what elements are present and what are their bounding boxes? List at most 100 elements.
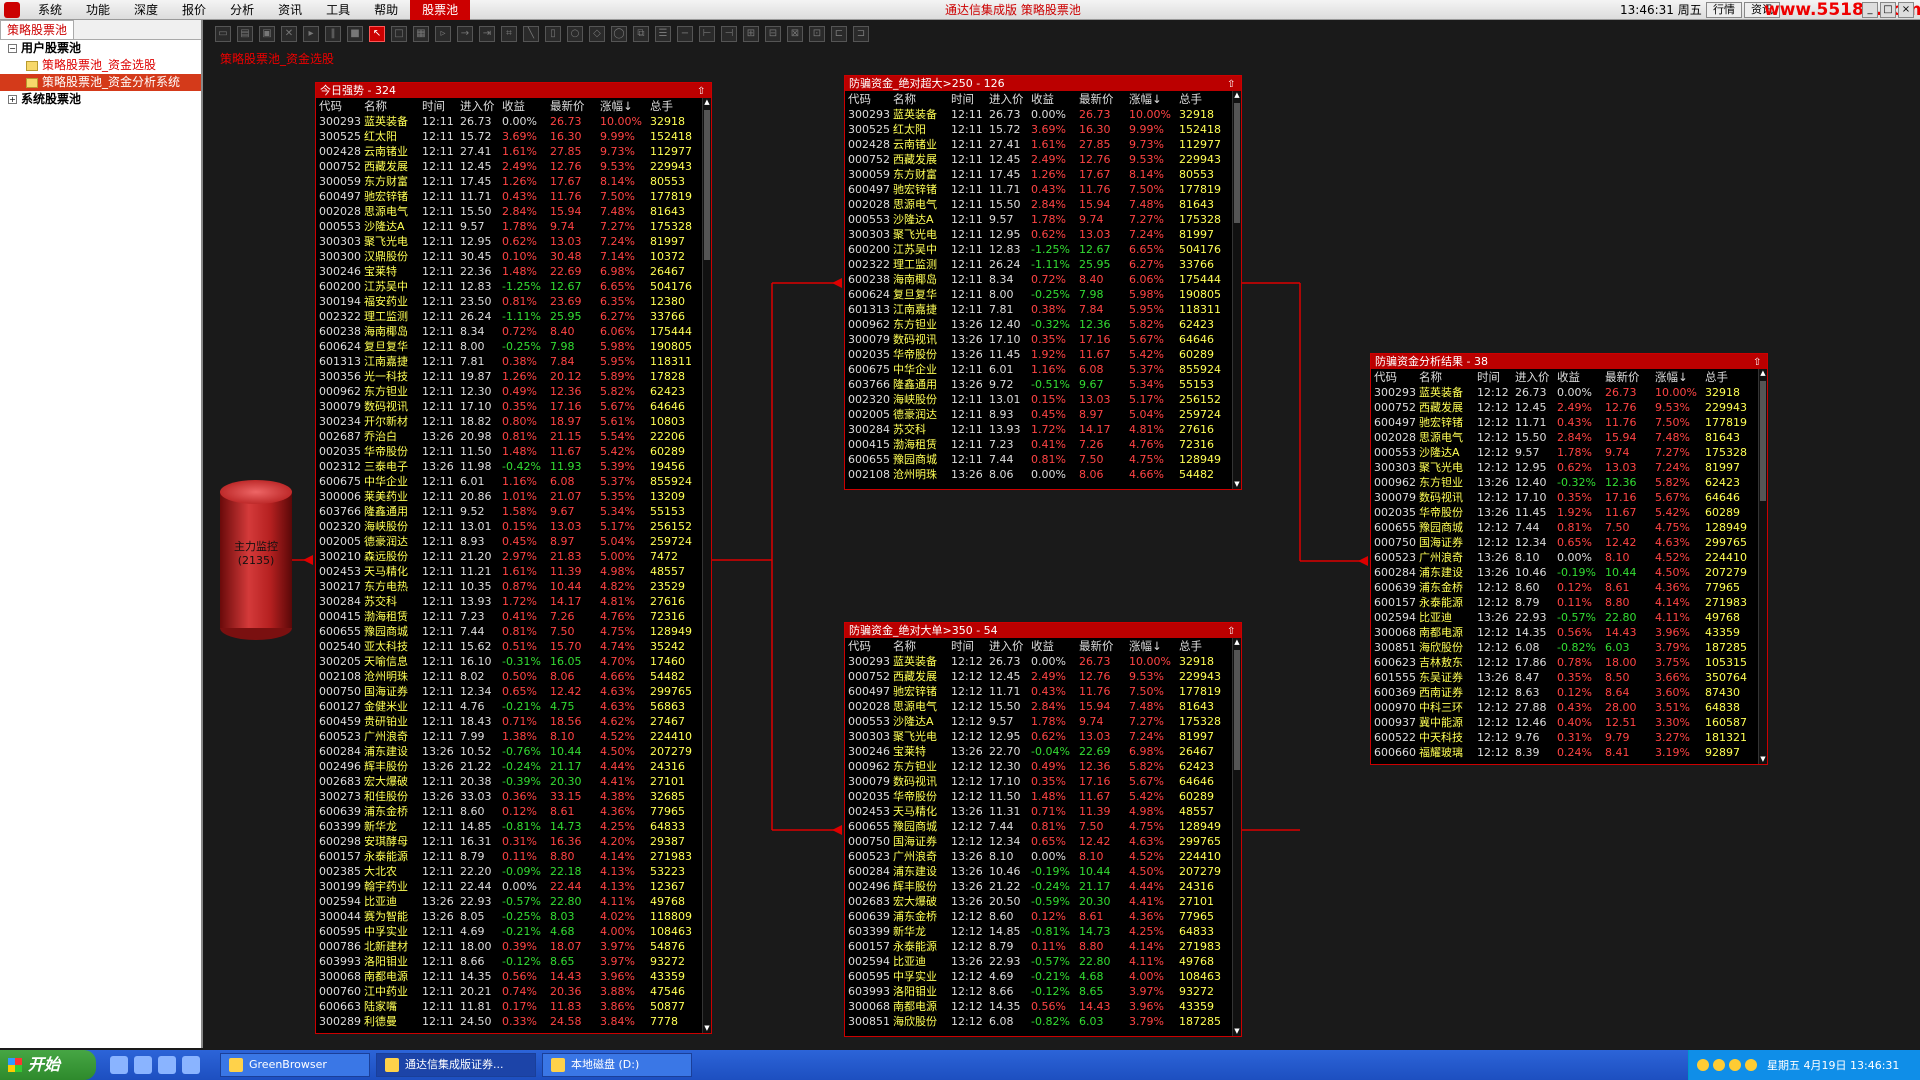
table-row[interactable]: 300303 聚飞光电 12:11 12.95 0.62% 13.03 7.24% 81997: [845, 227, 1230, 242]
table-row[interactable]: 300300 汉鼎股份 12:11 30.45 0.10% 30.48 7.14% 10372: [316, 249, 701, 264]
table-row[interactable]: 600284 浦东建设 13:26 10.46 -0.19% 10.44 4.50% 2072…: [845, 864, 1230, 879]
task-greenbrowser[interactable]: GreenBrowser: [220, 1053, 370, 1077]
column-header[interactable]: 总手: [1176, 638, 1230, 654]
column-header[interactable]: 时间: [948, 638, 986, 654]
column-header[interactable]: 最新价: [1076, 91, 1126, 107]
table-row[interactable]: 002320 海峡股份 12:11 13.01 0.15% 13.03 5.17% 25615…: [316, 519, 701, 534]
table-row[interactable]: 300293 蓝英装备 12:11 26.73 0.00% 26.73 10.00% 3291…: [845, 107, 1230, 122]
scroll-thumb[interactable]: [1234, 103, 1240, 223]
column-header[interactable]: 涨幅↓: [1652, 369, 1702, 385]
table-row[interactable]: 002453 天马精化 13:26 11.31 0.71% 11.39 4.98% 48557: [845, 804, 1230, 819]
table-row[interactable]: 300194 福安药业 12:11 23.50 0.81% 23.69 6.35% 12380: [316, 294, 701, 309]
column-header[interactable]: 时间: [948, 91, 986, 107]
table-row[interactable]: 300851 海欣股份 12:12 6.08 -0.82% 6.03 3.79% 187285: [1371, 640, 1756, 655]
table-row[interactable]: 000750 国海证券 12:11 12.34 0.65% 12.42 4.63% 29976…: [316, 684, 701, 699]
table-row[interactable]: 300284 苏交科 12:11 13.93 1.72% 14.17 4.81% 27616: [845, 422, 1230, 437]
table-row[interactable]: 000962 东方钽业 13:26 12.40 -0.32% 12.36 5.82% 6242…: [845, 317, 1230, 332]
table-row[interactable]: 002028 思源电气 12:12 15.50 2.84% 15.94 7.48% 81643: [845, 699, 1230, 714]
table-row[interactable]: 603399 新华龙 12:12 14.85 -0.81% 14.73 4.25% 64833: [845, 924, 1230, 939]
table-row[interactable]: 000750 国海证券 12:12 12.34 0.65% 12.42 4.63% 29976…: [845, 834, 1230, 849]
table-row[interactable]: 600522 中天科技 12:12 9.76 0.31% 9.79 3.27% 181321: [1371, 730, 1756, 745]
table-row[interactable]: 300284 苏交科 12:11 13.93 1.72% 14.17 4.81% 27616: [316, 594, 701, 609]
column-header[interactable]: 收益: [1554, 369, 1602, 385]
table-row[interactable]: 002428 云南锗业 12:11 27.41 1.61% 27.85 9.73% 11297…: [845, 137, 1230, 152]
column-header[interactable]: 时间: [419, 98, 457, 114]
table-row[interactable]: 000752 西藏发展 12:11 12.45 2.49% 12.76 9.53% 22994…: [316, 159, 701, 174]
table-row[interactable]: 600655 豫园商城 12:11 7.44 0.81% 7.50 4.75% 128949: [316, 624, 701, 639]
column-header[interactable]: 名称: [1416, 369, 1474, 385]
table-row[interactable]: 002594 比亚迪 13:26 22.93 -0.57% 22.80 4.11% 49768: [316, 894, 701, 909]
table-row[interactable]: 601313 江南嘉捷 12:11 7.81 0.38% 7.84 5.95% 118311: [845, 302, 1230, 317]
table-row[interactable]: 600655 豫园商城 12:12 7.44 0.81% 7.50 4.75% 128949: [845, 819, 1230, 834]
table-row[interactable]: 000553 沙隆达A 12:12 9.57 1.78% 9.74 7.27% 175328: [845, 714, 1230, 729]
column-header[interactable]: 最新价: [1076, 638, 1126, 654]
table-row[interactable]: 300059 东方财富 12:11 17.45 1.26% 17.67 8.14% 80553: [316, 174, 701, 189]
pin-icon[interactable]: ⇧: [1753, 355, 1763, 368]
table-row[interactable]: 002312 三泰电子 13:26 11.98 -0.42% 11.93 5.39% 1945…: [316, 459, 701, 474]
scroll-up-icon[interactable]: ▲: [1233, 638, 1241, 647]
panel-analysis-result[interactable]: 防骗资金分析结果 - 38 ⇧ 代码 名称 时间 进入价 收益 最新价 涨幅↓ 总手 300293 蓝…: [1370, 353, 1768, 765]
panel-today-strong[interactable]: 今日强势 - 324 ⇧ 代码 名称 时间 进入价 收益 最新价 涨幅↓ 总手 300293 蓝英装备…: [315, 82, 712, 1034]
scrollbar[interactable]: ▲ ▼: [1758, 369, 1767, 764]
table-row[interactable]: 603993 洛阳钼业 12:11 8.66 -0.12% 8.65 3.97% 93272: [316, 954, 701, 969]
tray-datetime[interactable]: 星期五 4月19日 13:46:31: [1767, 1057, 1899, 1073]
table-row[interactable]: 300293 蓝英装备 12:12 26.73 0.00% 26.73 10.00% 3291…: [1371, 385, 1756, 400]
column-header[interactable]: 代码: [316, 98, 361, 114]
quicklaunch-app2-icon[interactable]: [182, 1056, 200, 1074]
table-row[interactable]: 000553 沙隆达A 12:11 9.57 1.78% 9.74 7.27% 175328: [845, 212, 1230, 227]
scrollbar[interactable]: ▲ ▼: [702, 98, 711, 1033]
table-row[interactable]: 000415 渤海租赁 12:11 7.23 0.41% 7.26 4.76% 72316: [845, 437, 1230, 452]
column-header[interactable]: 代码: [845, 91, 890, 107]
table-row[interactable]: 000760 江中药业 12:11 20.21 0.74% 20.36 3.88% 47546: [316, 984, 701, 999]
table-row[interactable]: 300356 光一科技 12:11 19.87 1.26% 20.12 5.89% 17828: [316, 369, 701, 384]
table-row[interactable]: 300079 数码视讯 12:12 17.10 0.35% 17.16 5.67% 64646: [1371, 490, 1756, 505]
task-local-disk[interactable]: 本地磁盘 (D:): [542, 1053, 692, 1077]
table-row[interactable]: 300303 聚飞光电 12:12 12.95 0.62% 13.03 7.24% 81997: [845, 729, 1230, 744]
scroll-thumb[interactable]: [1234, 650, 1240, 770]
table-row[interactable]: 300068 南都电源 12:12 14.35 0.56% 14.43 3.96% 43359: [845, 999, 1230, 1014]
table-row[interactable]: 300217 东方电热 12:11 10.35 0.87% 10.44 4.82% 23529: [316, 579, 701, 594]
table-row[interactable]: 002028 思源电气 12:11 15.50 2.84% 15.94 7.48% 81643: [316, 204, 701, 219]
table-row[interactable]: 300525 红太阳 12:11 15.72 3.69% 16.30 9.99% 152418: [845, 122, 1230, 137]
table-row[interactable]: 002496 辉丰股份 13:26 21.22 -0.24% 21.17 4.44% 2431…: [845, 879, 1230, 894]
table-row[interactable]: 601313 江南嘉捷 12:11 7.81 0.38% 7.84 5.95% 118311: [316, 354, 701, 369]
column-header[interactable]: 进入价: [986, 638, 1028, 654]
table-row[interactable]: 002108 沧州明珠 12:11 8.02 0.50% 8.06 4.66% 54482: [316, 669, 701, 684]
table-row[interactable]: 002385 大北农 12:11 22.20 -0.09% 22.18 4.13% 53223: [316, 864, 701, 879]
tray-network-icon[interactable]: [1697, 1059, 1709, 1071]
table-row[interactable]: 600675 中华企业 12:11 6.01 1.16% 6.08 5.37% 855924: [845, 362, 1230, 377]
table-row[interactable]: 300293 蓝英装备 12:11 26.73 0.00% 26.73 10.00% 3291…: [316, 114, 701, 129]
panel-large-orders[interactable]: 防骗资金_绝对大单>350 - 54 ⇧ 代码 名称 时间 进入价 收益 最新价 涨幅↓ 总手 30…: [844, 622, 1242, 1037]
column-header[interactable]: 总手: [647, 98, 701, 114]
table-row[interactable]: 000553 沙隆达A 12:11 9.57 1.78% 9.74 7.27% 175328: [316, 219, 701, 234]
table-row[interactable]: 600369 西南证券 12:12 8.63 0.12% 8.64 3.60% 87430: [1371, 685, 1756, 700]
column-header[interactable]: 总手: [1702, 369, 1756, 385]
table-row[interactable]: 300059 东方财富 12:11 17.45 1.26% 17.67 8.14% 80553: [845, 167, 1230, 182]
column-header[interactable]: 进入价: [986, 91, 1028, 107]
table-row[interactable]: 000415 渤海租赁 12:11 7.23 0.41% 7.26 4.76% 72316: [316, 609, 701, 624]
table-row[interactable]: 600238 海南椰岛 12:11 8.34 0.72% 8.40 6.06% 175444: [316, 324, 701, 339]
table-row[interactable]: 600660 福耀玻璃 12:12 8.39 0.24% 8.41 3.19% 92897: [1371, 745, 1756, 760]
column-header[interactable]: 涨幅↓: [1126, 91, 1176, 107]
tray-antivirus-icon[interactable]: [1729, 1059, 1741, 1071]
table-row[interactable]: 600639 浦东金桥 12:12 8.60 0.12% 8.61 4.36% 77965: [1371, 580, 1756, 595]
table-row[interactable]: 600675 中华企业 12:11 6.01 1.16% 6.08 5.37% 855924: [316, 474, 701, 489]
table-row[interactable]: 600284 浦东建设 13:26 10.46 -0.19% 10.44 4.50% 2072…: [1371, 565, 1756, 580]
table-row[interactable]: 002322 理工监测 12:11 26.24 -1.11% 25.95 6.27% 3376…: [316, 309, 701, 324]
table-row[interactable]: 300079 数码视讯 12:12 17.10 0.35% 17.16 5.67% 64646: [845, 774, 1230, 789]
table-row[interactable]: 300303 聚飞光电 12:11 12.95 0.62% 13.03 7.24% 81997: [316, 234, 701, 249]
table-row[interactable]: 603993 洛阳钼业 12:12 8.66 -0.12% 8.65 3.97% 93272: [845, 984, 1230, 999]
table-row[interactable]: 000750 国海证券 12:12 12.34 0.65% 12.42 4.63% 29976…: [1371, 535, 1756, 550]
table-row[interactable]: 300246 宝莱特 12:11 22.36 1.48% 22.69 6.98% 26467: [316, 264, 701, 279]
table-row[interactable]: 002496 辉丰股份 13:26 21.22 -0.24% 21.17 4.44% 2431…: [316, 759, 701, 774]
quicklaunch-desktop-icon[interactable]: [110, 1056, 128, 1074]
table-row[interactable]: 600523 广州浪奇 13:26 8.10 0.00% 8.10 4.52% 224410: [845, 849, 1230, 864]
table-row[interactable]: 600497 驰宏锌锗 12:12 11.71 0.43% 11.76 7.50% 17781…: [1371, 415, 1756, 430]
column-header[interactable]: 时间: [1474, 369, 1512, 385]
table-row[interactable]: 300851 海欣股份 12:12 6.08 -0.82% 6.03 3.79% 187285: [845, 1014, 1230, 1029]
table-row[interactable]: 300293 蓝英装备 12:12 26.73 0.00% 26.73 10.00% 3291…: [845, 654, 1230, 669]
table-row[interactable]: 600639 浦东金桥 12:12 8.60 0.12% 8.61 4.36% 77965: [845, 909, 1230, 924]
column-header[interactable]: 总手: [1176, 91, 1230, 107]
column-header[interactable]: 名称: [890, 638, 948, 654]
table-row[interactable]: 002005 德豪润达 12:11 8.93 0.45% 8.97 5.04% 259724: [316, 534, 701, 549]
